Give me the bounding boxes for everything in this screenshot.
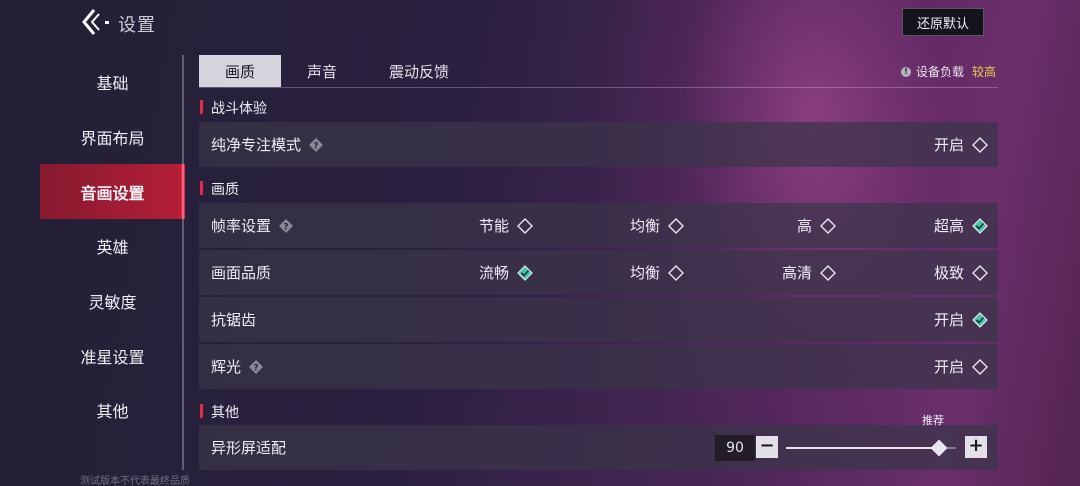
page-title: 设置 (118, 15, 156, 36)
info-icon: ! (900, 66, 911, 77)
device-load-indicator: ! 设备负载 较高 (900, 63, 996, 80)
sidebar-item-crosshair[interactable]: 准星设置 (40, 328, 185, 383)
help-icon[interactable]: ? (279, 218, 294, 233)
image-quality-option-extreme[interactable]: 极致 (934, 262, 989, 283)
diamond-checked-icon (517, 264, 533, 281)
sidebar-divider (182, 55, 184, 470)
antialias-option-label: 开启 (934, 311, 965, 329)
diamond-checkbox-icon (972, 136, 989, 153)
option-label: 均衡 (630, 264, 661, 282)
diamond-checked-icon (972, 311, 988, 328)
diamond-checkbox-icon (668, 217, 685, 234)
sidebar-item-basic[interactable]: 基础 (40, 55, 185, 110)
pure-mode-toggle[interactable]: 开启 (934, 134, 989, 155)
tab-underline (199, 87, 998, 88)
svg-text:?: ? (283, 222, 288, 232)
setting-row-pure-mode: 纯净专注模式 ? 开启 (199, 122, 998, 167)
pure-mode-label: 纯净专注模式 (211, 136, 302, 154)
tab-sound[interactable]: 声音 (281, 55, 363, 87)
frame-rate-option-ultra[interactable]: 超高 (934, 215, 988, 236)
setting-row-image-quality: 画面品质 流畅 均衡 高清 极致 (199, 250, 998, 295)
restore-defaults-button[interactable]: 还原默认 (902, 8, 984, 36)
option-label: 高清 (782, 264, 813, 282)
setting-row-glow: 辉光 ? 开启 (199, 344, 998, 389)
antialias-toggle[interactable]: 开启 (934, 309, 988, 330)
diamond-checkbox-icon (517, 217, 534, 234)
sidebar-item-sensitivity[interactable]: 灵敏度 (40, 274, 185, 329)
device-load-label: 设备负载 (915, 65, 964, 79)
diamond-checkbox-icon (972, 358, 989, 375)
diamond-checkbox-icon (668, 264, 685, 281)
section-title-other: 其他 (200, 402, 239, 422)
recommend-label: 推荐 (922, 414, 944, 427)
setting-row-frame-rate: 帧率设置 ? 节能 均衡 高 超高 (199, 203, 998, 248)
notch-slider[interactable] (786, 439, 956, 457)
sidebar-item-layout[interactable]: 界面布局 (40, 110, 185, 165)
option-label: 超高 (934, 217, 965, 235)
setting-row-notch: 异形屏适配 90 − 推荐 + (199, 414, 998, 470)
image-quality-option-hd[interactable]: 高清 (782, 262, 837, 283)
setting-row-antialias: 抗锯齿 开启 (199, 297, 998, 342)
pure-mode-option-label: 开启 (934, 136, 965, 154)
image-quality-label: 画面品质 (211, 264, 272, 282)
decrement-button[interactable]: − (756, 436, 778, 458)
option-label: 节能 (479, 217, 510, 235)
frame-rate-option-high[interactable]: 高 (797, 215, 837, 236)
footer-note: 测试版本不代表最终品质 (80, 476, 190, 486)
tab-quality[interactable]: 画质 (199, 55, 281, 87)
diamond-checkbox-icon (972, 264, 989, 281)
glow-option-label: 开启 (934, 358, 965, 376)
diamond-checkbox-icon (820, 217, 837, 234)
sidebar-item-other[interactable]: 其他 (40, 383, 185, 438)
antialias-label: 抗锯齿 (211, 311, 257, 329)
svg-text:?: ? (313, 141, 318, 151)
image-quality-option-smooth[interactable]: 流畅 (479, 262, 533, 283)
sidebar: 基础 界面布局 音画设置 英雄 灵敏度 准星设置 其他 (40, 55, 185, 438)
tab-vibration[interactable]: 震动反馈 (363, 55, 475, 87)
diamond-checkbox-icon (820, 264, 837, 281)
help-icon[interactable]: ? (309, 137, 324, 152)
increment-button[interactable]: + (965, 436, 987, 458)
option-label: 高 (797, 217, 813, 235)
svg-text:?: ? (253, 363, 258, 373)
sidebar-item-hero[interactable]: 英雄 (40, 219, 185, 274)
glow-toggle[interactable]: 开启 (934, 356, 989, 377)
notch-value: 90 (715, 435, 755, 461)
image-quality-option-balanced[interactable]: 均衡 (630, 262, 685, 283)
device-load-value: 较高 (971, 65, 996, 79)
back-button[interactable] (78, 6, 112, 38)
back-arrow-icon (82, 9, 109, 35)
glow-label: 辉光 (211, 358, 242, 376)
diamond-checked-icon (972, 217, 988, 234)
section-title-combat: 战斗体验 (200, 98, 267, 118)
option-label: 均衡 (630, 217, 661, 235)
sidebar-item-audio-video[interactable]: 音画设置 (40, 164, 185, 220)
frame-rate-option-eco[interactable]: 节能 (479, 215, 534, 236)
tab-bar: 画质 声音 震动反馈 (199, 55, 475, 87)
slider-fill (786, 447, 939, 449)
slider-thumb[interactable] (930, 439, 948, 457)
frame-rate-label: 帧率设置 (211, 217, 272, 235)
option-label: 流畅 (479, 264, 510, 282)
option-label: 极致 (934, 264, 965, 282)
notch-label: 异形屏适配 (211, 439, 287, 457)
section-title-quality: 画质 (200, 179, 239, 199)
help-icon[interactable]: ? (249, 359, 264, 374)
frame-rate-option-balanced[interactable]: 均衡 (630, 215, 685, 236)
